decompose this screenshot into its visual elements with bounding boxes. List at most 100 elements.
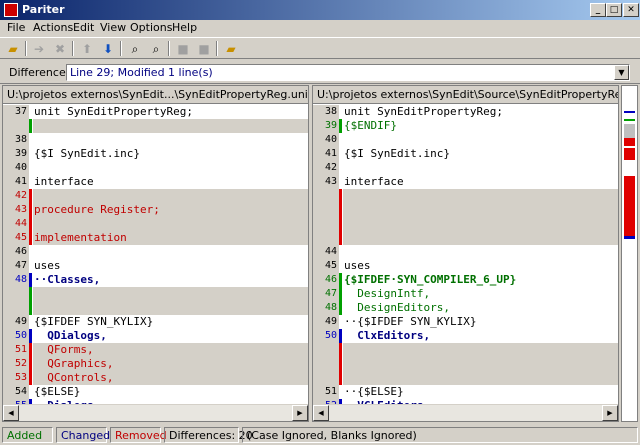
line-text: DesignEditors,: [343, 301, 618, 315]
overview-mark: [624, 138, 635, 146]
next-diff-icon[interactable]: ⬇: [99, 40, 117, 58]
menu-edit[interactable]: Edit: [73, 21, 94, 34]
code-line[interactable]: [313, 203, 618, 217]
left-pane[interactable]: U:\projetos externos\SynEdit...\SynEditP…: [2, 85, 309, 422]
code-line[interactable]: 52 QGraphics,: [3, 357, 308, 371]
code-line[interactable]: 45 uses: [313, 259, 618, 273]
code-line[interactable]: 49 ··{$IFDEF SYN_KYLIX}: [313, 315, 618, 329]
line-text: [343, 161, 618, 175]
code-line[interactable]: 42: [3, 189, 308, 203]
code-line[interactable]: 54 {$ELSE}: [3, 385, 308, 399]
code-line[interactable]: 45 implementation: [3, 231, 308, 245]
toolbar-separator: [72, 41, 74, 56]
overview-viewport[interactable]: [624, 124, 635, 138]
code-line[interactable]: [313, 343, 618, 357]
scroll-right-icon[interactable]: ▶: [292, 405, 308, 421]
code-line[interactable]: 48 ··Classes,: [3, 273, 308, 287]
menu-file[interactable]: File: [7, 21, 25, 34]
copy-right-icon[interactable]: ■: [195, 40, 213, 58]
code-line[interactable]: 53 QControls,: [3, 371, 308, 385]
open-folder-icon[interactable]: ▰: [4, 40, 22, 58]
menu-actions[interactable]: Actions: [33, 21, 73, 34]
previous-diff-icon[interactable]: ➔: [30, 40, 48, 58]
code-line[interactable]: 44: [313, 245, 618, 259]
code-line[interactable]: 50 QDialogs,: [3, 329, 308, 343]
code-line[interactable]: 43 procedure Register;: [3, 203, 308, 217]
line-text: ··{$IFDEF SYN_KYLIX}: [343, 315, 618, 329]
code-line[interactable]: [3, 119, 308, 133]
line-text: [343, 343, 618, 357]
line-number: 41: [3, 175, 29, 189]
scroll-right-icon[interactable]: ▶: [602, 405, 618, 421]
diff-marker: [29, 357, 32, 371]
code-line[interactable]: 51 ··{$ELSE}: [313, 385, 618, 399]
left-file-path: U:\projetos externos\SynEdit...\SynEditP…: [3, 86, 308, 104]
line-number: 40: [313, 133, 339, 147]
first-diff-icon[interactable]: ⬆: [78, 40, 96, 58]
code-line[interactable]: 47 DesignIntf,: [313, 287, 618, 301]
line-text: [343, 217, 618, 231]
code-line[interactable]: [313, 217, 618, 231]
minimize-button[interactable]: _: [590, 3, 606, 17]
code-line[interactable]: 38: [3, 133, 308, 147]
scroll-left-icon[interactable]: ◀: [313, 405, 329, 421]
close-button[interactable]: ✕: [623, 3, 639, 17]
differences-select[interactable]: Line 29; Modified 1 line(s) ▼: [66, 64, 630, 81]
code-line[interactable]: 46: [3, 245, 308, 259]
code-line[interactable]: 39 {$I SynEdit.inc}: [3, 147, 308, 161]
right-hscrollbar[interactable]: ◀ ▶: [313, 404, 618, 421]
code-line[interactable]: 41 {$I SynEdit.inc}: [313, 147, 618, 161]
code-line[interactable]: 48 DesignEditors,: [313, 301, 618, 315]
line-number: [3, 301, 29, 315]
code-line[interactable]: 43 interface: [313, 175, 618, 189]
diff-marker: [29, 119, 32, 133]
cancel-icon[interactable]: ✖: [51, 40, 69, 58]
diff-overview-bar[interactable]: [621, 85, 638, 422]
code-line[interactable]: 40: [313, 133, 618, 147]
find-next-icon[interactable]: ⌕: [147, 40, 165, 58]
code-line[interactable]: [313, 371, 618, 385]
left-hscrollbar[interactable]: ◀ ▶: [3, 404, 308, 421]
line-text: interface: [343, 175, 618, 189]
menu-help[interactable]: Help: [172, 21, 197, 34]
line-text: [33, 301, 308, 315]
line-number: 53: [3, 371, 29, 385]
code-line[interactable]: 46 {$IFDEF·SYN_COMPILER_6_UP}: [313, 273, 618, 287]
code-line[interactable]: [313, 357, 618, 371]
chevron-down-icon[interactable]: ▼: [614, 65, 629, 80]
code-line[interactable]: 49 {$IFDEF SYN_KYLIX}: [3, 315, 308, 329]
code-line[interactable]: 37 unit SynEditPropertyReg;: [3, 105, 308, 119]
line-number: 39: [3, 147, 29, 161]
code-line[interactable]: 50 ClxEditors,: [313, 329, 618, 343]
find-icon[interactable]: ⌕: [126, 40, 144, 58]
line-number: 47: [313, 287, 339, 301]
scroll-left-icon[interactable]: ◀: [3, 405, 19, 421]
code-line[interactable]: [313, 189, 618, 203]
code-line[interactable]: 47 uses: [3, 259, 308, 273]
line-number: 46: [3, 245, 29, 259]
code-line[interactable]: 41 interface: [3, 175, 308, 189]
differences-label: Differences: [9, 66, 72, 79]
diff-marker: [29, 133, 32, 147]
maximize-button[interactable]: □: [606, 3, 622, 17]
code-line[interactable]: 40: [3, 161, 308, 175]
code-line[interactable]: 38 unit SynEditPropertyReg;: [313, 105, 618, 119]
code-line[interactable]: [3, 287, 308, 301]
diff-marker: [339, 301, 342, 315]
code-line[interactable]: [313, 231, 618, 245]
save-icon[interactable]: ▰: [222, 40, 240, 58]
copy-left-icon[interactable]: ■: [174, 40, 192, 58]
menu-bar: File Actions Edit View Options Help: [0, 20, 640, 37]
code-line[interactable]: 42: [313, 161, 618, 175]
right-pane[interactable]: U:\projetos externos\SynEdit\Source\SynE…: [312, 85, 619, 422]
code-line[interactable]: 51 QForms,: [3, 343, 308, 357]
right-code-view[interactable]: 38 unit SynEditPropertyReg; 39 {$ENDIF} 40 41…: [313, 105, 618, 404]
menu-options[interactable]: Options: [130, 21, 172, 34]
code-line[interactable]: 39 {$ENDIF}: [313, 119, 618, 133]
left-code-view[interactable]: 37 unit SynEditPropertyReg; 38 39 {$I SynEdi…: [3, 105, 308, 404]
menu-view[interactable]: View: [100, 21, 126, 34]
code-line[interactable]: 44: [3, 217, 308, 231]
diff-marker: [29, 245, 32, 259]
code-line[interactable]: [3, 301, 308, 315]
line-number: 42: [3, 189, 29, 203]
